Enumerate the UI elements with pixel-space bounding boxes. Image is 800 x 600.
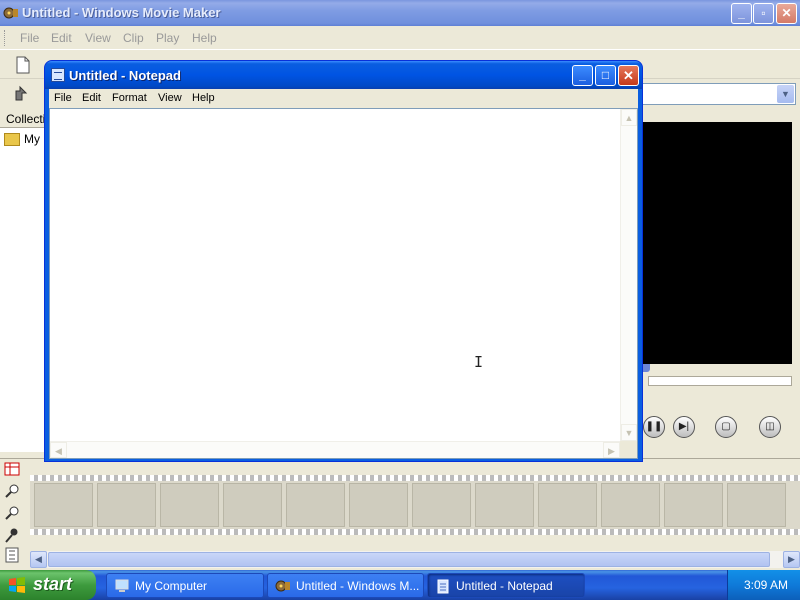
show-timeline-icon[interactable] <box>4 461 20 477</box>
storyboard-horizontal-scrollbar[interactable]: ◀ ▶ <box>30 551 800 568</box>
collections-dropdown[interactable]: ▼ <box>642 83 796 105</box>
scroll-right-icon[interactable]: ▶ <box>783 551 800 568</box>
new-project-icon[interactable] <box>14 56 32 74</box>
menu-view[interactable]: View <box>85 31 111 45</box>
zoom-out-icon[interactable] <box>4 505 20 521</box>
movie-maker-title: Untitled - Windows Movie Maker <box>22 5 221 20</box>
notepad-menu-format[interactable]: Format <box>112 92 147 104</box>
task-movie-maker[interactable]: Untitled - Windows M... <box>267 573 424 598</box>
menu-edit[interactable]: Edit <box>51 31 72 45</box>
notepad-vertical-scrollbar[interactable]: ▲ ▼ <box>620 109 637 441</box>
task-label: My Computer <box>135 579 208 593</box>
notepad-menu-edit[interactable]: Edit <box>82 92 101 104</box>
minimize-button[interactable]: _ <box>731 3 752 24</box>
pause-button[interactable]: ❚❚ <box>643 416 665 438</box>
notepad-close-button[interactable]: ✕ <box>618 65 639 86</box>
seek-bar[interactable] <box>648 376 792 386</box>
scroll-left-icon[interactable]: ◀ <box>50 442 67 458</box>
chevron-down-icon[interactable]: ▼ <box>777 85 794 103</box>
storyboard-frame[interactable] <box>412 483 471 527</box>
movie-maker-menu-bar: File Edit View Clip Play Help <box>0 26 800 50</box>
storyboard-filmstrip[interactable] <box>30 475 800 535</box>
task-notepad[interactable]: Untitled - Notepad <box>427 573 585 598</box>
set-audio-levels-icon[interactable] <box>4 547 20 563</box>
menu-clip[interactable]: Clip <box>123 31 144 45</box>
notepad-icon <box>437 579 449 594</box>
storyboard-frame[interactable] <box>349 483 408 527</box>
menu-play[interactable]: Play <box>156 31 179 45</box>
notepad-title: Untitled - Notepad <box>69 68 181 83</box>
task-my-computer[interactable]: My Computer <box>106 573 264 598</box>
notepad-maximize-button[interactable]: □ <box>595 65 616 86</box>
storyboard-frame[interactable] <box>97 483 156 527</box>
close-button[interactable]: ✕ <box>776 3 797 24</box>
up-one-level-icon[interactable] <box>12 84 30 102</box>
restore-button[interactable]: ▫ <box>753 3 774 24</box>
storyboard-frame[interactable] <box>34 483 93 527</box>
storyboard-frame[interactable] <box>223 483 282 527</box>
storyboard-area[interactable]: ◀ ▶ <box>0 458 800 570</box>
movie-maker-title-bar[interactable]: Untitled - Windows Movie Maker _ ▫ ✕ <box>0 0 800 26</box>
preview-monitor <box>640 122 792 364</box>
zoom-in-icon[interactable] <box>4 483 20 499</box>
scroll-up-icon[interactable]: ▲ <box>621 109 637 126</box>
start-button[interactable]: start <box>0 570 96 600</box>
notepad-icon <box>51 68 65 82</box>
menu-file[interactable]: File <box>20 31 39 45</box>
size-grip[interactable] <box>620 441 637 458</box>
storyboard-frame[interactable] <box>727 483 786 527</box>
menu-help[interactable]: Help <box>192 31 217 45</box>
storyboard-frame[interactable] <box>160 483 219 527</box>
clock[interactable]: 3:09 AM <box>744 578 788 592</box>
taskbar: start My Computer Untitled - Windows M..… <box>0 570 800 600</box>
storyboard-frame[interactable] <box>286 483 345 527</box>
notepad-horizontal-scrollbar[interactable]: ◀ ▶ <box>50 441 620 458</box>
start-label: start <box>33 574 73 594</box>
system-tray: 3:09 AM <box>727 570 800 600</box>
notepad-minimize-button[interactable]: _ <box>572 65 593 86</box>
movie-maker-icon <box>3 7 18 19</box>
notepad-text-area[interactable]: I ▲ ▼ ◀ ▶ <box>49 108 638 459</box>
collections-header: Collections <box>0 110 45 128</box>
toolbar-grip <box>4 30 7 46</box>
scroll-down-icon[interactable]: ▼ <box>621 424 637 441</box>
folder-icon <box>4 133 20 147</box>
full-screen-button[interactable]: ▢ <box>715 416 737 438</box>
scrollbar-thumb[interactable] <box>48 552 770 567</box>
scroll-left-icon[interactable]: ◀ <box>30 551 47 568</box>
storyboard-frames <box>30 483 800 527</box>
film-perforation-bottom <box>30 529 800 535</box>
storyboard-frame[interactable] <box>601 483 660 527</box>
storyboard-frame[interactable] <box>475 483 534 527</box>
movie-maker-icon <box>275 580 290 592</box>
film-perforation-top <box>30 475 800 481</box>
task-label: Untitled - Notepad <box>456 579 553 593</box>
notepad-title-bar[interactable]: Untitled - Notepad _ □ ✕ <box>45 61 642 89</box>
notepad-menu-file[interactable]: File <box>54 92 72 104</box>
my-computer-icon <box>115 579 129 592</box>
text-cursor-icon: I <box>474 353 484 371</box>
next-frame-button[interactable]: ▶| <box>673 416 695 438</box>
scroll-right-icon[interactable]: ▶ <box>603 442 620 458</box>
windows-flag-icon <box>9 577 25 593</box>
notepad-menu-bar: File Edit Format View Help <box>49 89 638 108</box>
storyboard-frame[interactable] <box>538 483 597 527</box>
notepad-menu-help[interactable]: Help <box>192 92 215 104</box>
split-clip-button[interactable]: ◫ <box>759 416 781 438</box>
notepad-menu-view[interactable]: View <box>158 92 182 104</box>
storyboard-frame[interactable] <box>664 483 723 527</box>
task-label: Untitled - Windows M... <box>296 579 420 593</box>
collections-pane[interactable]: Collections My Collections <box>0 110 102 452</box>
notepad-window[interactable]: Untitled - Notepad _ □ ✕ File Edit Forma… <box>44 60 643 462</box>
narrate-timeline-icon[interactable] <box>4 527 20 543</box>
